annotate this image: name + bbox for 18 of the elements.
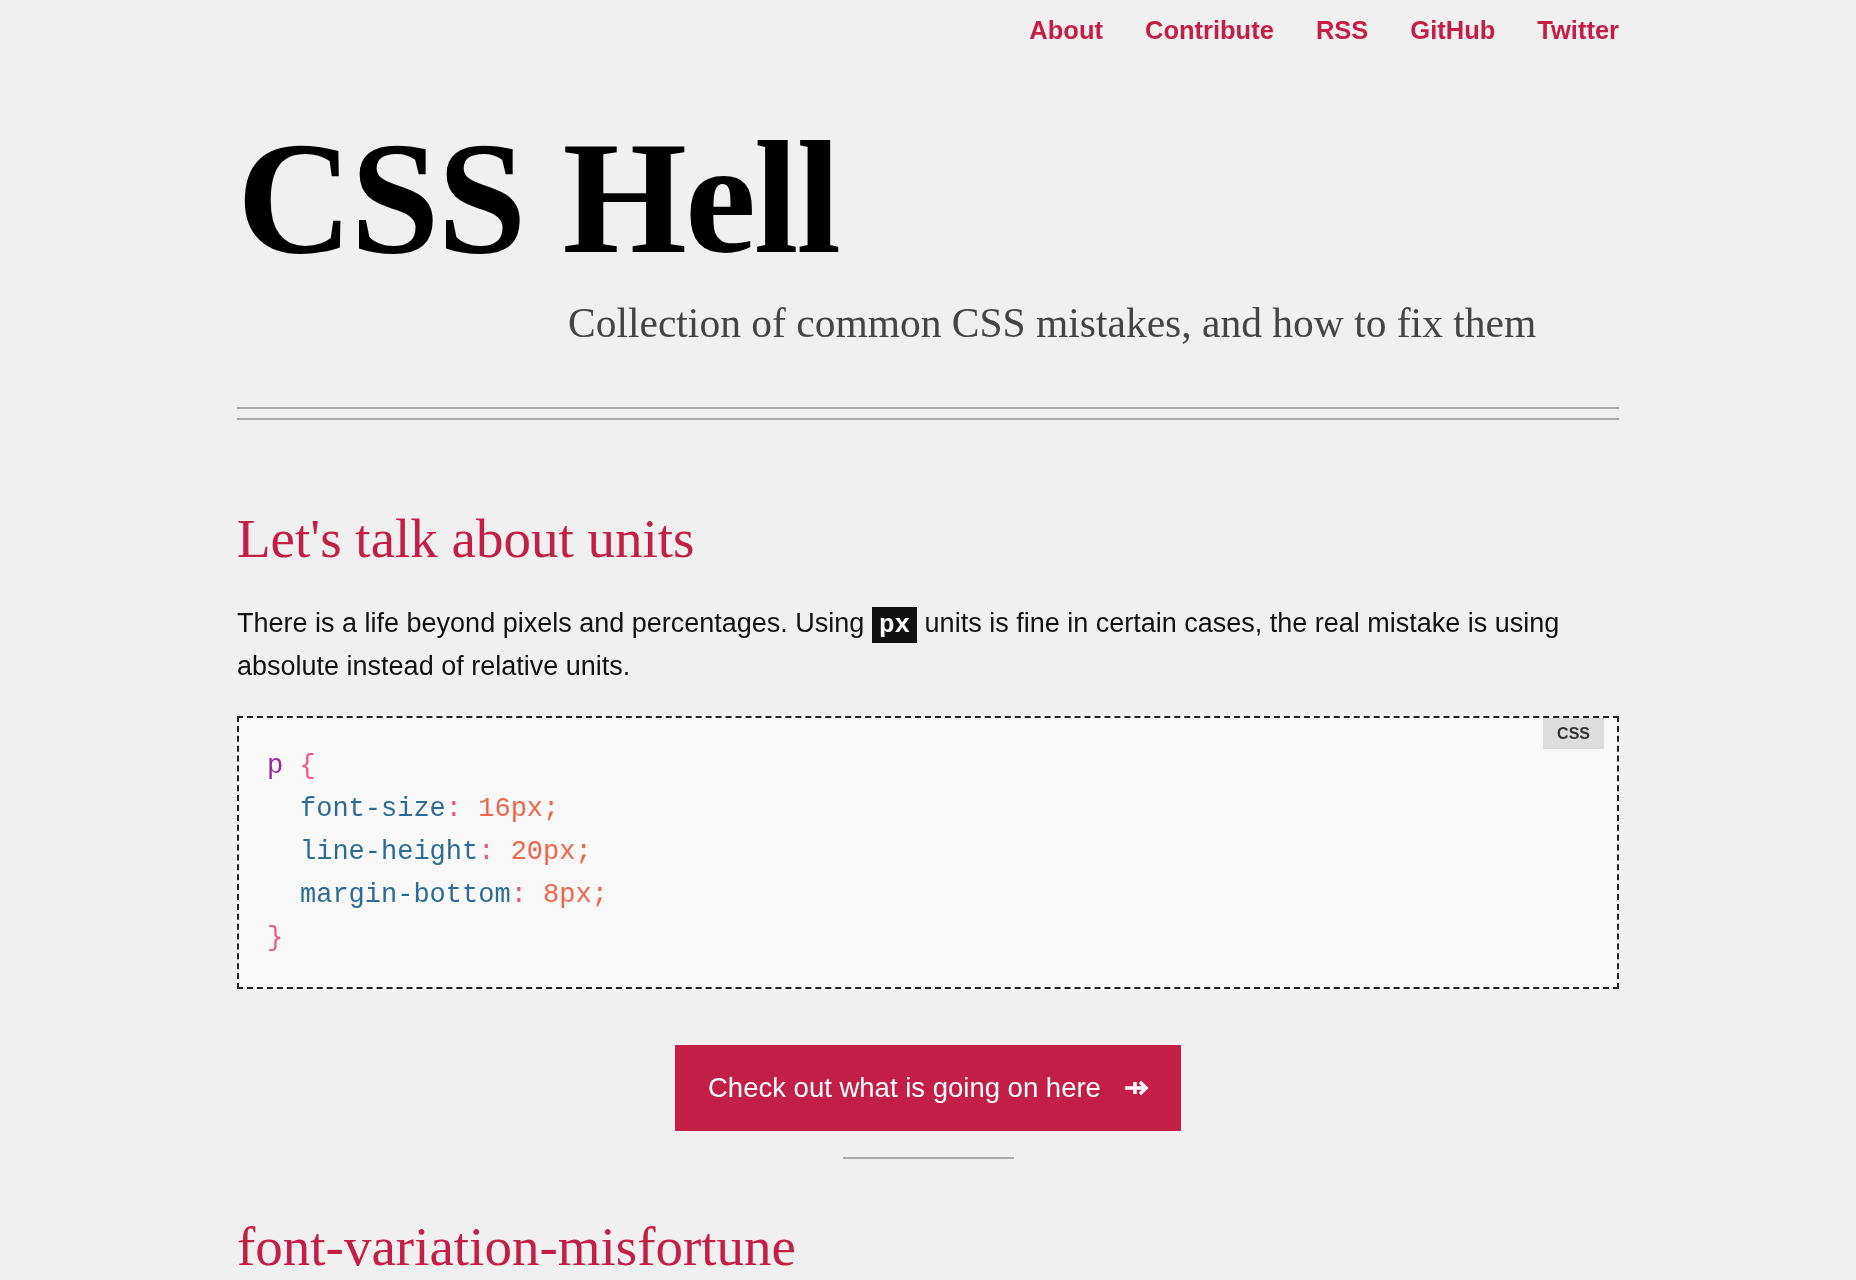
nav-link[interactable]: Twitter — [1537, 12, 1619, 48]
section-heading: Let's talk about units — [237, 509, 695, 569]
nav-link[interactable]: About — [1029, 12, 1103, 48]
arrow-icon — [1124, 1080, 1149, 1096]
language-label: CSS — [1543, 718, 1604, 749]
code-line: line-height: 20px; — [299, 836, 592, 869]
site-title: CSS Hell — [237, 116, 839, 281]
nav-link[interactable]: Contribute — [1144, 12, 1274, 48]
nav-link[interactable]: RSS — [1315, 12, 1369, 48]
code-line: p { — [267, 750, 316, 783]
code-line: } — [267, 922, 284, 955]
code-line: margin-bottom: 8px; — [299, 879, 608, 912]
site-tagline: Collection of common CSS mistakes, and how to fix them — [568, 299, 1537, 347]
nav-link[interactable]: GitHub — [1410, 12, 1496, 48]
paragraph: There is a life beyond pixels and percentages. Using px units is fine in certain cases, the real mistake is using absolute instead of relative units. — [237, 606, 1561, 683]
section-heading: font-variation-misfortune — [237, 1219, 796, 1275]
code-line: font-size: 16px; — [299, 793, 560, 826]
check-out-button[interactable]: Check out what is going on here — [675, 1045, 1181, 1131]
